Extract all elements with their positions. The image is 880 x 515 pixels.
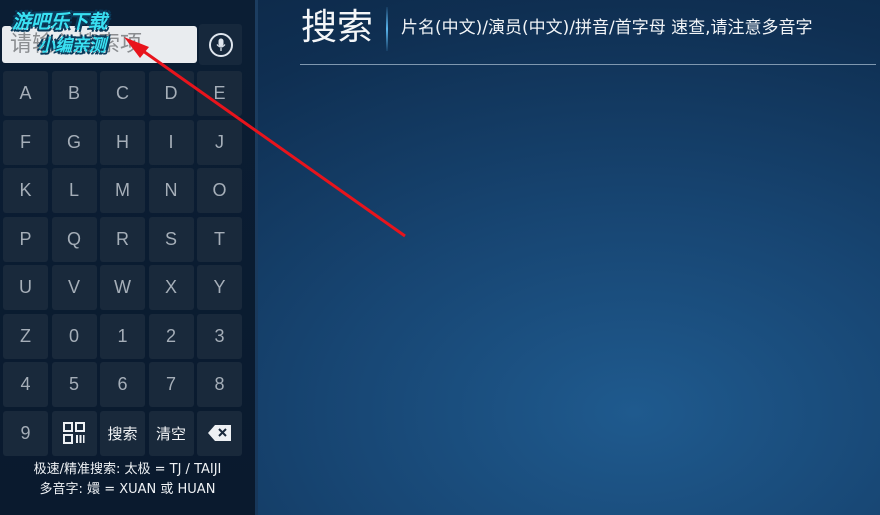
key-9[interactable]: 9 <box>3 410 48 456</box>
key-4[interactable]: 4 <box>3 362 48 407</box>
key-t[interactable]: T <box>197 216 242 262</box>
virtual-keyboard: A B C D E F G H I J K L M N O P Q R S T … <box>3 71 242 456</box>
qr-code-button[interactable] <box>51 410 97 456</box>
key-v[interactable]: V <box>51 265 97 310</box>
search-hint: 片名(中文)/演员(中文)/拼音/首字母 速查,请注意多音字 <box>401 18 813 38</box>
key-1[interactable]: 1 <box>100 313 145 359</box>
key-6[interactable]: 6 <box>100 362 145 407</box>
key-u[interactable]: U <box>3 265 48 310</box>
title-separator <box>386 7 388 51</box>
key-b[interactable]: B <box>51 71 97 116</box>
key-r[interactable]: R <box>100 216 145 262</box>
key-j[interactable]: J <box>197 119 242 165</box>
key-h[interactable]: H <box>100 119 145 165</box>
panel-divider <box>255 0 258 515</box>
hint-text-line1: 极速/精准搜索: 太极 = TJ / TAIJI <box>33 462 222 477</box>
key-8[interactable]: 8 <box>197 362 242 407</box>
header-divider <box>300 64 876 65</box>
key-m[interactable]: M <box>100 168 145 213</box>
watermark-line2: 小编亲测 <box>38 36 106 56</box>
key-g[interactable]: G <box>51 119 97 165</box>
key-c[interactable]: C <box>100 71 145 116</box>
voice-search-button[interactable] <box>199 24 242 65</box>
key-2[interactable]: 2 <box>148 313 194 359</box>
hint-text-line2: 多音字: 嬛 = XUAN 或 HUAN <box>39 482 216 497</box>
key-x[interactable]: X <box>148 265 194 310</box>
key-p[interactable]: P <box>3 216 48 262</box>
key-f[interactable]: F <box>3 119 48 165</box>
key-i[interactable]: I <box>148 119 194 165</box>
key-3[interactable]: 3 <box>197 313 242 359</box>
qr-code-icon <box>63 422 85 444</box>
watermark-line1: 游吧乐下载 <box>12 11 108 33</box>
key-s[interactable]: S <box>148 216 194 262</box>
clear-button[interactable]: 清空 <box>148 410 194 456</box>
key-y[interactable]: Y <box>197 265 242 310</box>
key-7[interactable]: 7 <box>148 362 194 407</box>
backspace-icon <box>207 425 231 441</box>
key-k[interactable]: K <box>3 168 48 213</box>
key-5[interactable]: 5 <box>51 362 97 407</box>
microphone-icon <box>208 32 233 57</box>
key-n[interactable]: N <box>148 168 194 213</box>
key-e[interactable]: E <box>197 71 242 116</box>
backspace-button[interactable] <box>197 410 242 456</box>
page-title: 搜索 <box>301 7 374 48</box>
key-w[interactable]: W <box>100 265 145 310</box>
key-z[interactable]: Z <box>3 313 48 359</box>
watermark-logo: 游吧乐下载 小编亲测 <box>12 10 152 58</box>
key-0[interactable]: 0 <box>51 313 97 359</box>
search-button[interactable]: 搜索 <box>100 410 145 456</box>
key-d[interactable]: D <box>148 71 194 116</box>
key-l[interactable]: L <box>51 168 97 213</box>
key-q[interactable]: Q <box>51 216 97 262</box>
key-o[interactable]: O <box>197 168 242 213</box>
key-a[interactable]: A <box>3 71 48 116</box>
